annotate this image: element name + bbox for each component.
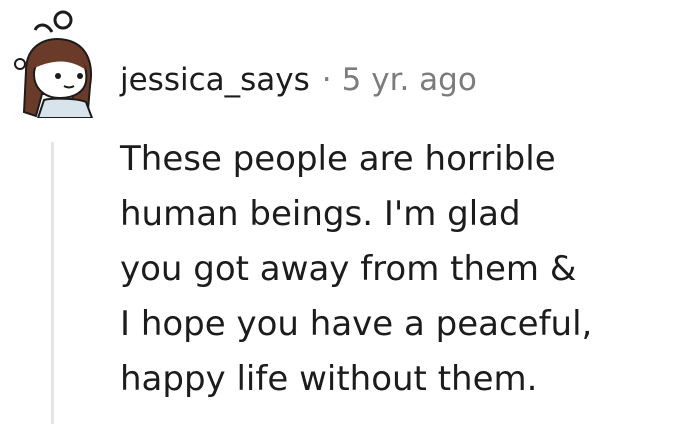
- comment: jessica_says · 5 yr. ago These people ar…: [0, 0, 700, 424]
- timestamp[interactable]: 5 yr. ago: [342, 56, 477, 104]
- comment-body: These people are horrible human beings. …: [120, 139, 593, 399]
- avatar-icon: [14, 10, 94, 118]
- meta-separator: ·: [321, 62, 332, 98]
- username-link[interactable]: jessica_says: [120, 56, 310, 104]
- user-avatar[interactable]: [8, 8, 104, 118]
- thread-line[interactable]: [51, 142, 54, 424]
- comment-meta: jessica_says · 5 yr. ago: [120, 56, 477, 104]
